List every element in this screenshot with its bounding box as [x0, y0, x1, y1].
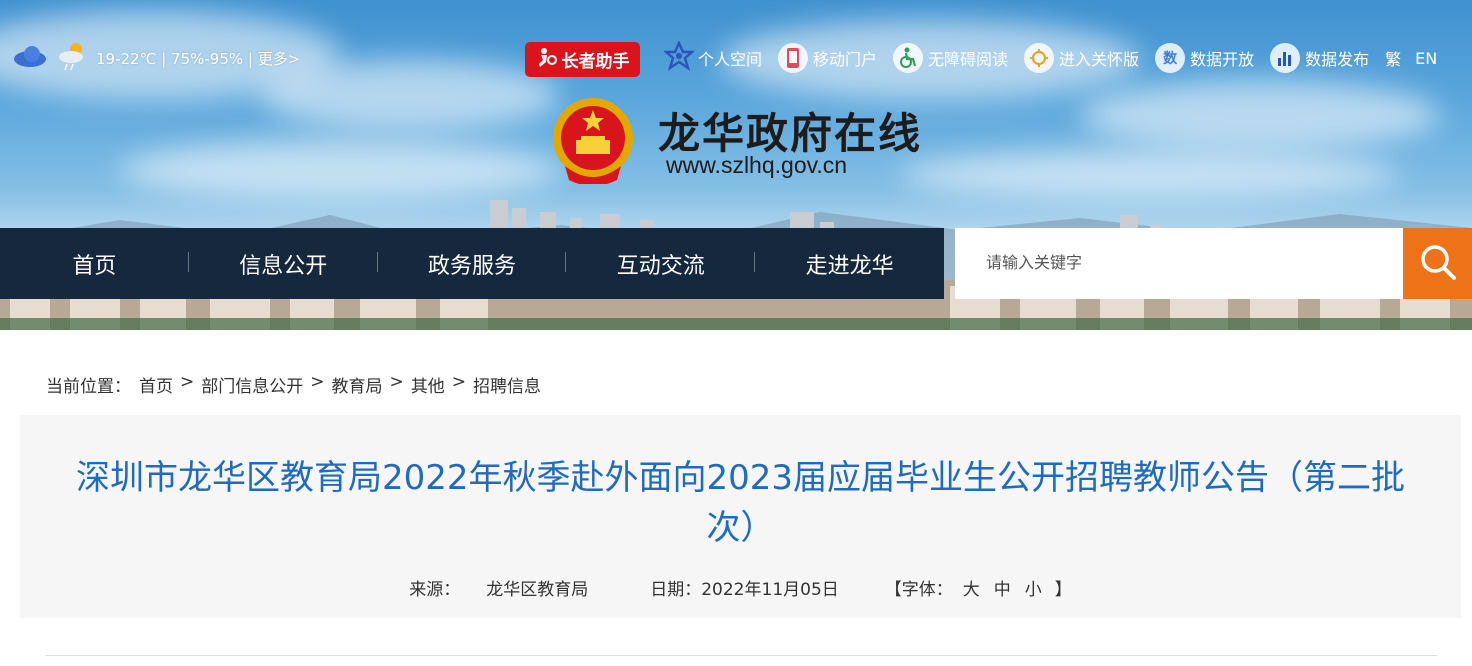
breadcrumb-item-other[interactable]: 其他: [411, 372, 445, 397]
elder-helper-button[interactable]: 长者助手: [525, 42, 640, 77]
wheelchair-icon: [893, 43, 924, 73]
breadcrumb-separator: >: [310, 372, 325, 392]
breadcrumb: 当前位置： 首页 > 部门信息公开 > 教育局 > 其他 > 招聘信息: [46, 372, 541, 397]
breadcrumb-separator: >: [180, 372, 195, 392]
article-header: 深圳市龙华区教育局2022年秋季赴外面向2023届应届毕业生公开招聘教师公告（第…: [20, 415, 1461, 618]
elder-helper-label: 长者助手: [561, 52, 630, 72]
care-heart-icon: [1024, 43, 1055, 73]
traditional-chinese-link[interactable]: 繁: [1385, 46, 1401, 70]
nav-item-info-disclosure[interactable]: 信息公开: [189, 248, 378, 280]
main-nav: 首页 信息公开 政务服务 互动交流 走进龙华: [0, 228, 944, 299]
font-size-label: 【字体：: [884, 580, 953, 600]
weather-widget[interactable]: 19-22℃ | 75%-95% | 更多>: [0, 43, 300, 72]
top-toolbar: 个人空间 移动门户 无障碍阅读 进入关怀版 数 数据开放 数据发布 繁 EN: [662, 40, 1451, 76]
care-version-link[interactable]: 进入关怀版: [1024, 43, 1139, 73]
nav-item-gov-services[interactable]: 政务服务: [378, 248, 567, 280]
data-open-link[interactable]: 数 数据开放: [1155, 43, 1254, 73]
bar-chart-icon: [1270, 43, 1301, 73]
data-open-icon: 数: [1155, 43, 1186, 73]
search-input[interactable]: [955, 228, 1403, 299]
breadcrumb-item-dept-info[interactable]: 部门信息公开: [201, 372, 303, 397]
nav-item-home[interactable]: 首页: [0, 248, 189, 280]
breadcrumb-separator: >: [389, 372, 404, 392]
weather-text[interactable]: 19-22℃ | 75%-95% | 更多>: [96, 48, 300, 69]
date-label: 日期：: [650, 580, 702, 600]
english-link[interactable]: EN: [1415, 49, 1437, 68]
content-divider: [45, 655, 1437, 656]
font-size-medium-button[interactable]: 中: [994, 575, 1011, 600]
breadcrumb-item-recruitment[interactable]: 招聘信息: [473, 372, 541, 397]
mobile-phone-icon: [778, 43, 809, 73]
article-meta: 来源： 龙华区教育局 日期： 2022年11月05日 【字体： 大 中 小 】: [20, 575, 1461, 600]
elder-icon: [536, 46, 558, 73]
breadcrumb-item-home[interactable]: 首页: [139, 372, 173, 397]
font-size-close-bracket: 】: [1054, 580, 1072, 600]
accessible-reading-link[interactable]: 无障碍阅读: [893, 43, 1008, 73]
breadcrumb-item-education-bureau[interactable]: 教育局: [332, 372, 383, 397]
data-release-link[interactable]: 数据发布: [1270, 43, 1369, 73]
search-button[interactable]: [1403, 228, 1472, 299]
article-title: 深圳市龙华区教育局2022年秋季赴外面向2023届应届毕业生公开招聘教师公告（第…: [75, 458, 1406, 548]
star-person-icon: [662, 40, 696, 75]
sun-rain-icon: [56, 39, 90, 77]
mobile-portal-link[interactable]: 移动门户: [778, 43, 877, 73]
nav-item-interaction[interactable]: 互动交流: [566, 248, 755, 280]
personal-space-link[interactable]: 个人空间: [662, 40, 762, 75]
national-emblem-logo[interactable]: [551, 96, 635, 184]
breadcrumb-prefix: 当前位置：: [46, 377, 131, 397]
breadcrumb-separator: >: [451, 372, 466, 392]
font-size-small-button[interactable]: 小: [1025, 575, 1042, 600]
site-url: www.szlhq.gov.cn: [666, 152, 848, 178]
cloud-icon: [12, 44, 48, 72]
search-icon: [1418, 242, 1458, 286]
font-size-large-button[interactable]: 大: [963, 575, 980, 600]
nav-item-about-longhua[interactable]: 走进龙华: [755, 248, 944, 280]
date-value: 2022年11月05日: [701, 580, 839, 600]
source-value: 龙华区教育局: [486, 580, 589, 600]
source-label: 来源：: [409, 580, 461, 600]
